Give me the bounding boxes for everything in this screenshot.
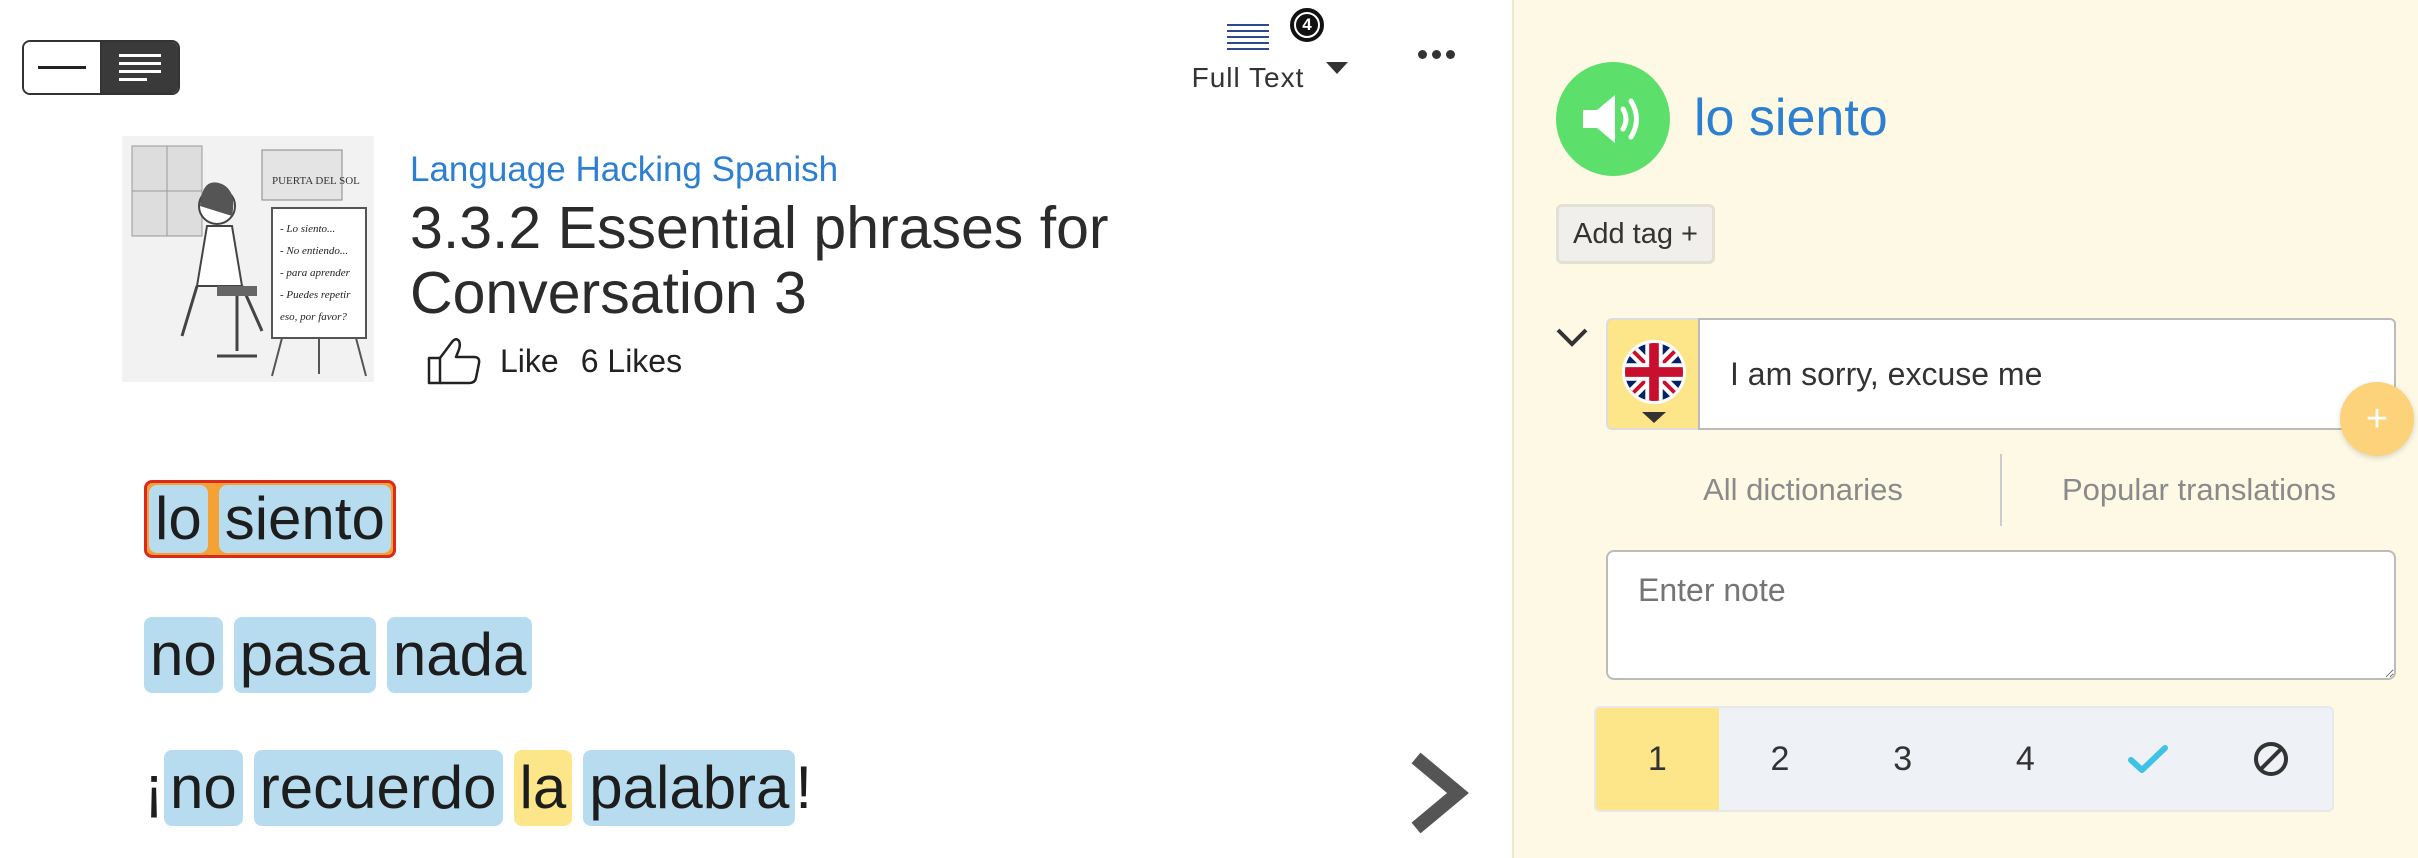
thumb-sign-text: PUERTA DEL SOL [272,175,360,187]
full-text-label: Full Text [1191,62,1305,93]
add-translation-button[interactable]: + [2340,382,2414,456]
status-level-3[interactable]: 3 [1841,708,1964,810]
lingq-panel: lo siento Add tag + I am sorry, excuse m… [1512,0,2418,858]
collapse-chevron-icon[interactable] [1554,326,1590,355]
translation-language-selector[interactable] [1606,318,1698,430]
reader-pane: Full Text 4 PUERTA DEL SOL - Lo siento..… [0,0,1512,858]
full-text-icon [1227,24,1269,50]
course-link[interactable]: Language Hacking Spanish [410,150,838,190]
word-known[interactable]: la [513,750,573,826]
punctuation: ! [795,754,813,821]
add-tag-button[interactable]: Add tag + [1556,204,1715,264]
play-audio-button[interactable] [1556,62,1670,176]
tab-all-dictionaries[interactable]: All dictionaries [1606,472,2000,508]
word-lingq[interactable]: lo [149,485,208,553]
sentence: ¡ no recuerdo la palabra ! [144,750,812,826]
like-label: Like [500,342,559,379]
page-view-button[interactable] [100,42,178,93]
thumb-line-5: eso, por favor? [280,311,347,323]
word-lingq[interactable]: pasa [233,617,376,693]
notification-badge: 4 [1290,8,1324,42]
like-row: Like 6 Likes [426,336,682,386]
view-mode-toggle [22,40,180,95]
speaker-icon [1583,95,1639,143]
selected-term: lo siento [1694,89,1888,147]
tab-popular-translations[interactable]: Popular translations [2002,472,2396,508]
word-lingq[interactable]: palabra [583,750,796,826]
status-level-4[interactable]: 4 [1964,708,2087,810]
status-selector: 1 2 3 4 [1594,706,2334,812]
status-ignore-button[interactable] [2209,708,2332,810]
thumb-line-3: - para aprender [280,267,351,279]
uk-flag-icon [1622,340,1686,404]
status-level-2[interactable]: 2 [1719,708,1842,810]
note-input[interactable] [1606,550,2396,680]
sentence: no pasa nada [144,617,543,693]
word-lingq[interactable]: siento [218,485,391,553]
page-view-icon [119,54,161,81]
dictionary-tabs: All dictionaries Popular translations [1606,454,2396,526]
thumb-line-4: - Puedes repetir [280,289,351,301]
view-options-caret-icon[interactable] [1326,62,1348,74]
punctuation: ¡ [144,754,164,821]
status-level-1[interactable]: 1 [1596,708,1719,810]
lesson-illustration: PUERTA DEL SOL - Lo siento... - No entie… [122,136,374,382]
more-options-icon[interactable] [1418,50,1455,59]
translation-field[interactable]: I am sorry, excuse me [1698,318,2396,430]
next-page-arrow-icon[interactable] [1410,752,1470,839]
word-lingq[interactable]: no [163,750,243,826]
word-lingq[interactable]: nada [386,617,533,693]
ignore-icon [2253,742,2288,776]
lesson-thumbnail: PUERTA DEL SOL - Lo siento... - No entie… [122,136,374,382]
word-lingq[interactable]: recuerdo [253,750,503,826]
selected-phrase[interactable]: lo siento [144,480,396,558]
like-button[interactable]: Like [426,336,559,386]
sentence-view-icon [38,66,86,69]
status-known-button[interactable] [2087,708,2210,810]
word-lingq[interactable]: no [144,617,223,693]
thumbs-up-icon [427,338,481,385]
checkmark-icon [2128,745,2169,773]
lesson-title: 3.3.2 Essential phrases for Conversation… [410,195,1109,326]
thumb-line-1: - Lo siento... [280,223,335,235]
language-caret-icon [1642,412,1666,423]
thumb-line-2: - No entiendo... [280,245,348,257]
likes-count: 6 Likes [580,342,683,379]
sentence-view-button[interactable] [24,42,100,93]
